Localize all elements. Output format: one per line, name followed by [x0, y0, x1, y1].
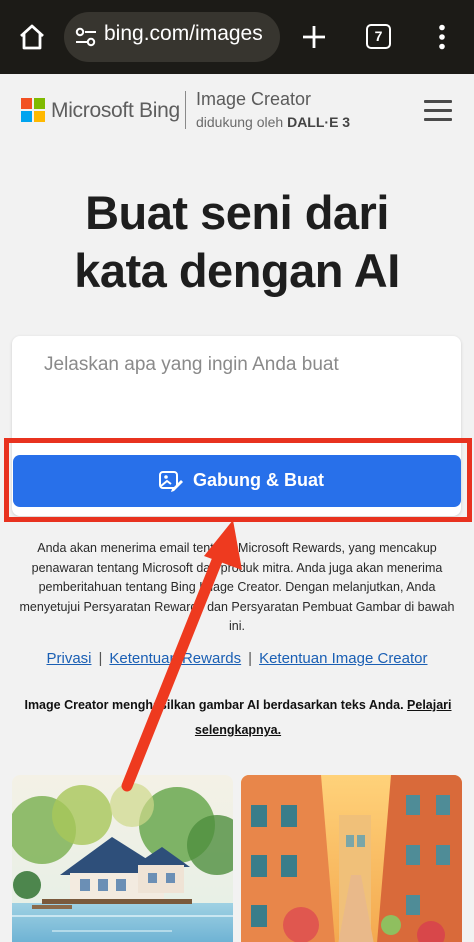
powered-by: didukung oleh DALL·E 3 [196, 114, 350, 130]
url-text[interactable]: bing.com/images [104, 22, 263, 46]
home-icon[interactable] [18, 24, 46, 55]
creator-terms-link[interactable]: Ketentuan Image Creator [259, 650, 427, 667]
hero-title-line2: kata dengan AI [74, 244, 400, 297]
more-vert-icon[interactable] [438, 24, 446, 55]
header-divider [185, 91, 186, 129]
disclaimer-text: Anda akan menerima email tentang Microso… [19, 541, 455, 633]
highlight-annotation-box [4, 438, 472, 522]
browser-toolbar: bing.com/images 7 [0, 0, 474, 74]
powered-by-prefix: didukung oleh [196, 114, 284, 130]
info-text: Image Creator menghasilkan gambar AI ber… [18, 693, 458, 743]
hero-title-line1: Buat seni dari [85, 186, 389, 239]
link-separator: | [98, 650, 103, 667]
rewards-terms-link[interactable]: Ketentuan Rewards [109, 650, 241, 667]
powered-by-model: DALL·E 3 [287, 114, 351, 130]
prompt-placeholder[interactable]: Jelaskan apa yang ingin Anda buat [44, 354, 339, 376]
example-image-lakehouse[interactable] [12, 775, 233, 942]
page-content: Microsoft Bing Image Creator didukung ol… [0, 74, 474, 942]
privacy-link[interactable]: Privasi [46, 650, 91, 667]
new-tab-plus-icon[interactable] [302, 25, 326, 54]
example-image-street[interactable] [241, 775, 462, 942]
tab-count: 7 [374, 28, 383, 44]
hamburger-menu-icon[interactable] [424, 100, 452, 122]
product-name[interactable]: Image Creator [196, 89, 311, 110]
info-description: Image Creator menghasilkan gambar AI ber… [24, 698, 404, 712]
bing-logo-text[interactable]: Microsoft Bing [51, 99, 180, 123]
legal-links: Privasi | Ketentuan Rewards | Ketentuan Imag… [0, 650, 474, 667]
link-separator: | [248, 650, 253, 667]
tab-switcher-icon[interactable]: 7 [366, 24, 391, 49]
site-settings-icon[interactable] [75, 27, 97, 52]
microsoft-logo-icon[interactable] [21, 98, 45, 127]
hero-title: Buat seni dari kata dengan AI [0, 184, 474, 300]
